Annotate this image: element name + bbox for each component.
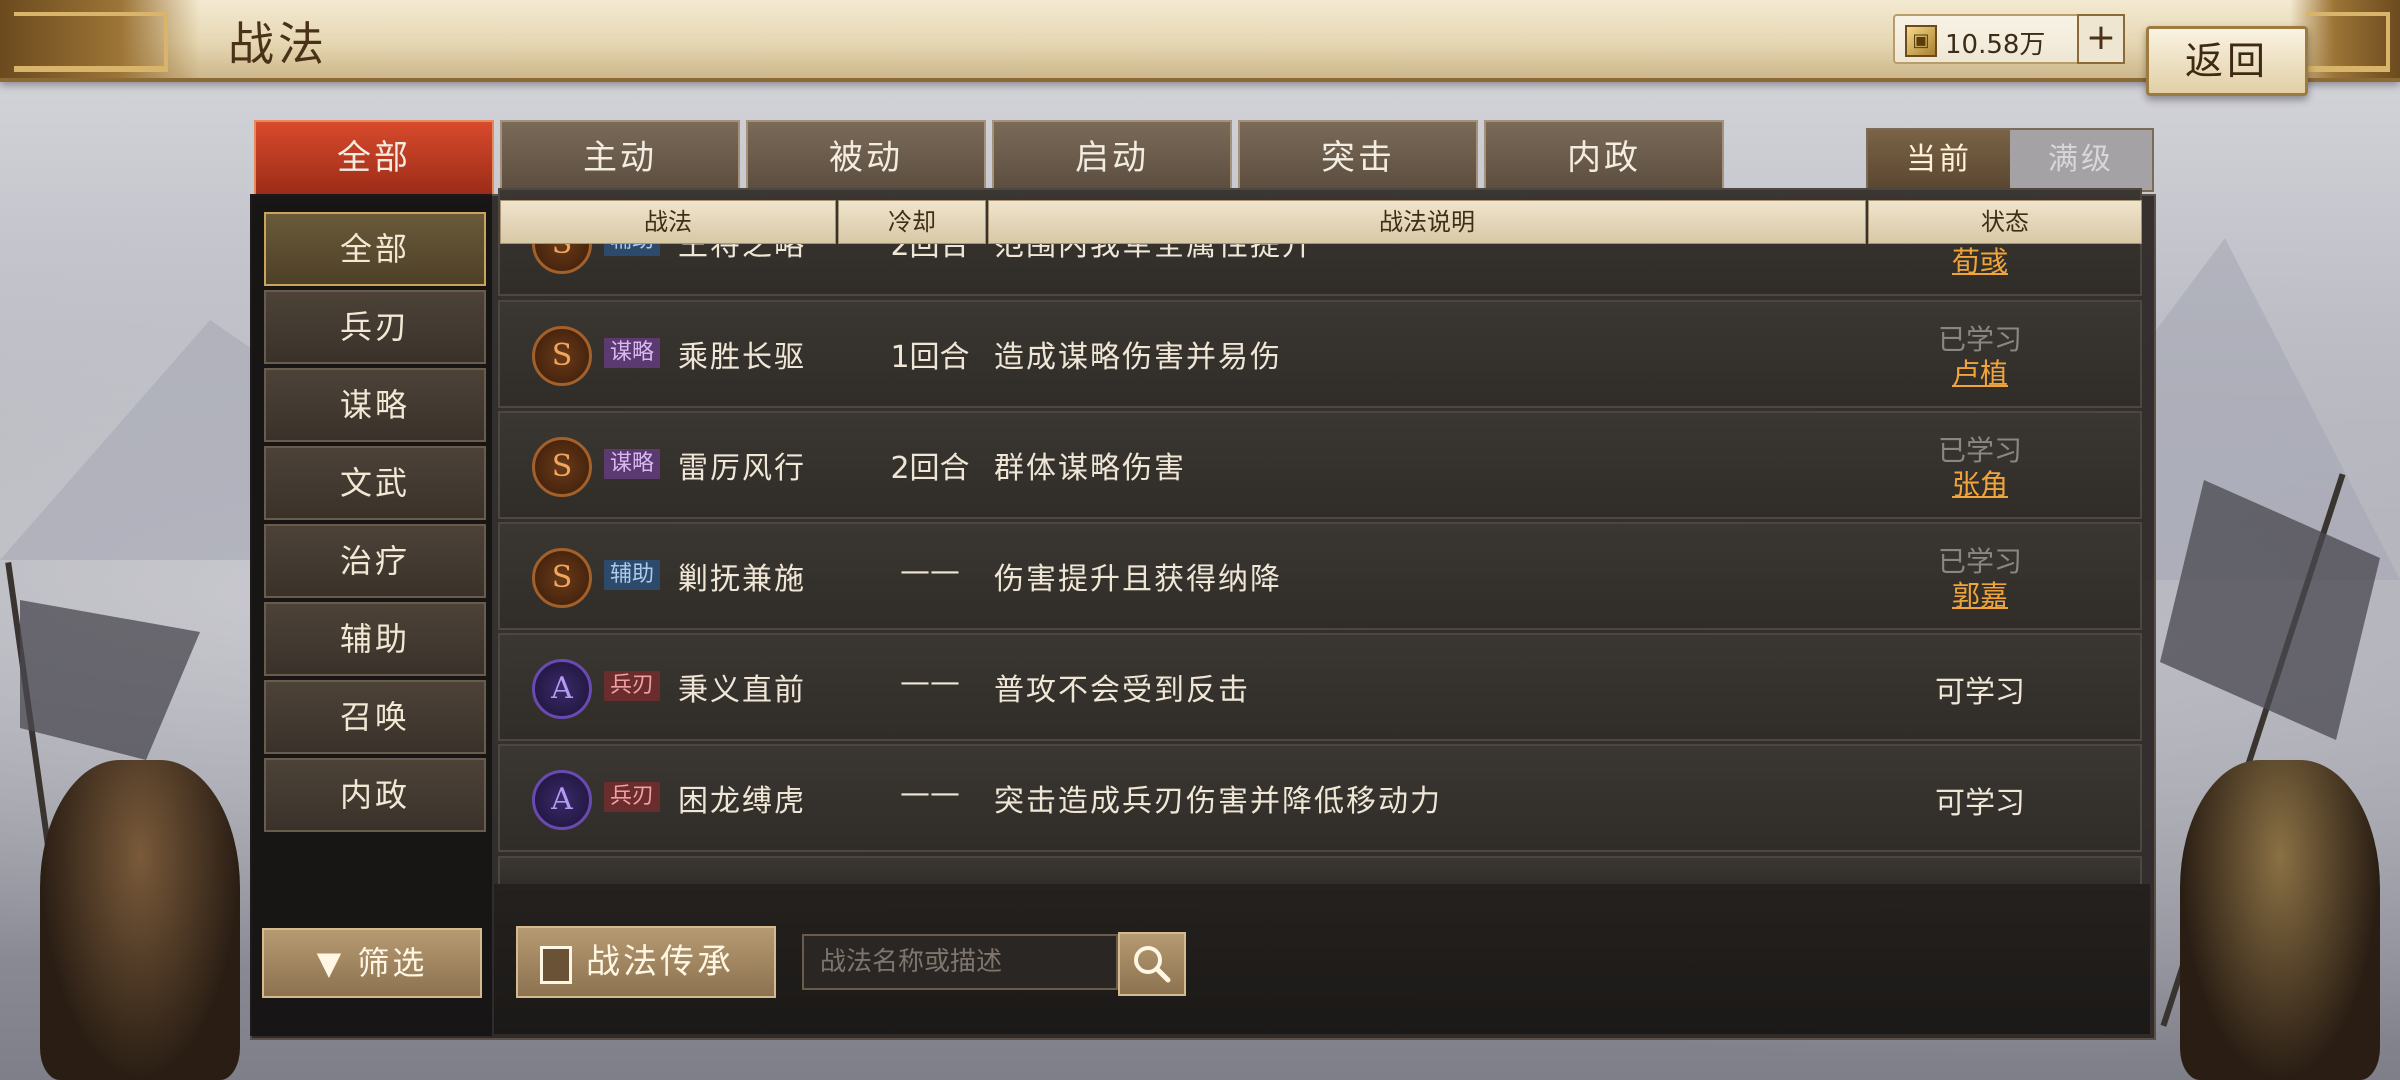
skill-name: 秉义直前 bbox=[678, 673, 806, 708]
type-tag: 辅助 bbox=[604, 560, 661, 590]
skill-description: 突击造成兵刃伤害并降低移动力 bbox=[994, 784, 1442, 819]
search-button[interactable] bbox=[1118, 932, 1186, 996]
bg-warrior-right bbox=[2180, 760, 2380, 1080]
grade-badge: A bbox=[532, 659, 592, 719]
table-row[interactable]: A 兵刃 秉义直前 —— 普攻不会受到反击 可学习 bbox=[498, 633, 2142, 741]
level-toggle: 当前 满级 bbox=[1866, 128, 2154, 192]
currency-display: ▣ 10.58万 bbox=[1893, 14, 2080, 64]
skill-description: 群体谋略伤害 bbox=[994, 451, 1186, 486]
ornament-left bbox=[0, 0, 200, 78]
skill-description: 伤害提升且获得纳降 bbox=[994, 562, 1282, 597]
column-header-cooldown: 冷却 bbox=[838, 200, 986, 244]
table-row[interactable]: A 兵刃 困龙缚虎 —— 突击造成兵刃伤害并降低移动力 可学习 bbox=[498, 744, 2142, 852]
bg-warrior-left bbox=[40, 760, 240, 1080]
sidebar-item-assist[interactable]: 辅助 bbox=[264, 602, 486, 676]
skill-name: 乘胜长驱 bbox=[678, 340, 806, 375]
table-row[interactable]: S 辅助 剿抚兼施 —— 伤害提升且获得纳降 已学习 郭嘉 bbox=[498, 522, 2142, 630]
sidebar-item-strategy[interactable]: 谋略 bbox=[264, 368, 486, 442]
tab-passive[interactable]: 被动 bbox=[746, 120, 986, 194]
magnifier-icon bbox=[1134, 946, 1171, 983]
sidebar-item-domestic[interactable]: 内政 bbox=[264, 758, 486, 832]
grade-badge: S bbox=[532, 326, 592, 386]
type-tag: 谋略 bbox=[604, 449, 661, 479]
sidebar-item-blade[interactable]: 兵刃 bbox=[264, 290, 486, 364]
skill-inheritance-button[interactable]: 战法传承 bbox=[516, 926, 776, 998]
add-currency-button[interactable]: + bbox=[2077, 14, 2125, 64]
skill-name: 困龙缚虎 bbox=[678, 784, 806, 819]
type-tag: 兵刃 bbox=[604, 671, 661, 701]
tab-assault[interactable]: 突击 bbox=[1238, 120, 1478, 194]
filter-button[interactable]: ▼ 筛选 bbox=[262, 928, 482, 998]
skill-status: 可学习 bbox=[1935, 675, 2025, 710]
column-header-description: 战法说明 bbox=[988, 200, 1866, 244]
sidebar-item-heal[interactable]: 治疗 bbox=[264, 524, 486, 598]
column-header-status: 状态 bbox=[1868, 200, 2142, 244]
skill-name: 剿抚兼施 bbox=[678, 562, 806, 597]
learner-link[interactable]: 卢植 bbox=[1840, 352, 2120, 392]
grade-badge: S bbox=[532, 437, 592, 497]
table-row[interactable]: S 谋略 雷厉风行 2回合 群体谋略伤害 已学习 张角 bbox=[498, 411, 2142, 519]
skill-description: 造成谋略伤害并易伤 bbox=[994, 340, 1282, 375]
bg-banner-left bbox=[20, 600, 200, 760]
sidebar-item-summon[interactable]: 召唤 bbox=[264, 680, 486, 754]
back-button[interactable]: 返回 bbox=[2146, 26, 2308, 96]
grade-badge: S bbox=[532, 548, 592, 608]
skill-name: 雷厉风行 bbox=[678, 451, 806, 486]
currency-value: 10.58万 bbox=[1945, 30, 2046, 60]
funnel-icon: ▼ bbox=[316, 944, 358, 982]
skill-status: 可学习 bbox=[1935, 786, 2025, 821]
inheritance-label: 战法传承 bbox=[586, 942, 734, 982]
filter-label: 筛选 bbox=[357, 944, 428, 982]
tab-domestic[interactable]: 内政 bbox=[1484, 120, 1724, 194]
learner-link[interactable]: 郭嘉 bbox=[1840, 574, 2120, 614]
tab-active[interactable]: 主动 bbox=[500, 120, 740, 194]
type-tag: 兵刃 bbox=[604, 782, 661, 812]
table-row[interactable]: S 谋略 乘胜长驱 1回合 造成谋略伤害并易伤 已学习 卢植 bbox=[498, 300, 2142, 408]
toggle-current[interactable]: 当前 bbox=[1868, 130, 2010, 190]
learner-link[interactable]: 张角 bbox=[1840, 463, 2120, 503]
skill-description: 普攻不会受到反击 bbox=[994, 673, 1250, 708]
book-icon bbox=[540, 946, 572, 984]
grade-badge: A bbox=[532, 770, 592, 830]
column-header-skill: 战法 bbox=[500, 200, 836, 244]
search-input[interactable] bbox=[802, 934, 1118, 990]
learner-link[interactable]: 荀彧 bbox=[1840, 240, 2120, 280]
page-title: 战法 bbox=[228, 17, 328, 71]
type-tag: 谋略 bbox=[604, 338, 661, 368]
tab-all[interactable]: 全部 bbox=[254, 120, 494, 194]
sidebar-item-all[interactable]: 全部 bbox=[264, 212, 486, 286]
sidebar-item-civil-military[interactable]: 文武 bbox=[264, 446, 486, 520]
tab-trigger[interactable]: 启动 bbox=[992, 120, 1232, 194]
gold-scroll-icon: ▣ bbox=[1905, 25, 1937, 57]
toggle-max-level[interactable]: 满级 bbox=[2010, 130, 2152, 190]
